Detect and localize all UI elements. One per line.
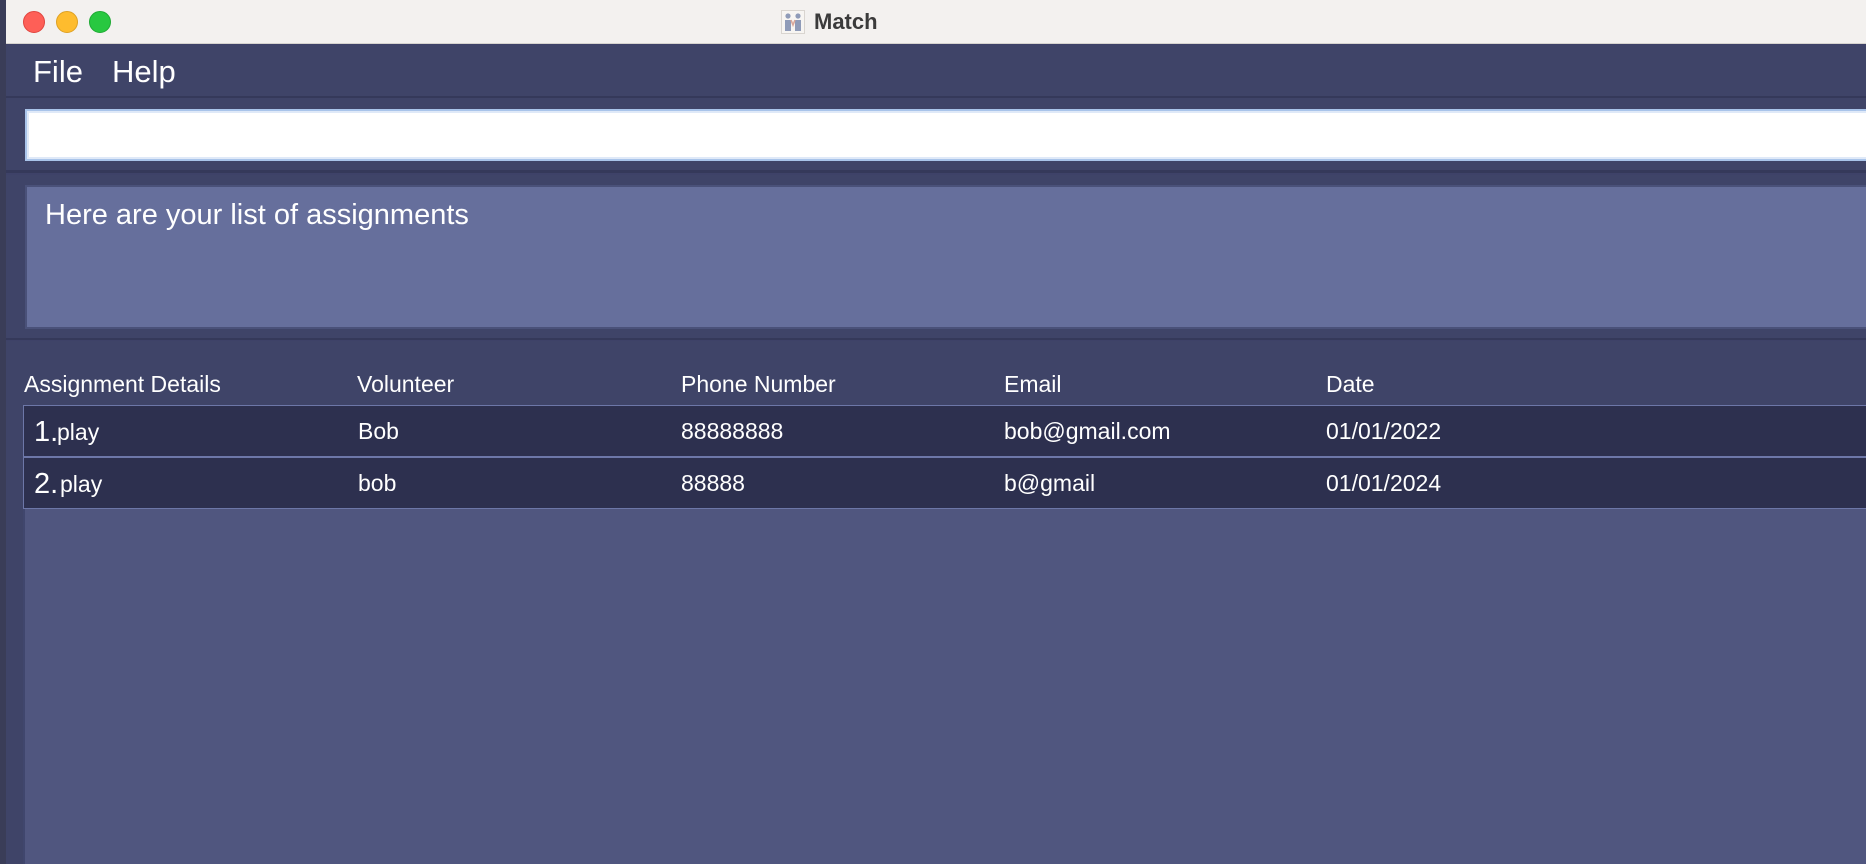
assignment-details: play — [57, 419, 100, 445]
window-title: Match — [814, 9, 878, 34]
header-phone-number: Phone Number — [681, 371, 836, 397]
row-index: 1. — [34, 416, 59, 448]
volunteer-name: bob — [358, 470, 397, 496]
volunteer-name: Bob — [358, 418, 399, 444]
header-volunteer: Volunteer — [357, 371, 455, 397]
date: 01/01/2024 — [1326, 470, 1442, 496]
result-display: Here are your list of assignments — [25, 185, 1866, 329]
header-date: Date — [1326, 371, 1375, 397]
match-window: Match File Help Here are your list of as… — [6, 0, 1866, 864]
phone-number: 88888888 — [681, 418, 784, 444]
header-assignment-details: Assignment Details — [24, 371, 221, 397]
title-bar[interactable]: Match — [6, 0, 1866, 44]
window-title-group: Match — [781, 5, 878, 39]
close-window-button[interactable] — [23, 11, 45, 33]
row-index: 2. — [34, 468, 59, 500]
command-box-panel — [6, 98, 1866, 173]
minimize-window-button[interactable] — [56, 11, 78, 33]
menu-bar: File Help — [6, 45, 1866, 98]
date: 01/01/2022 — [1326, 418, 1442, 444]
command-input[interactable] — [25, 109, 1866, 161]
assignment-details: play — [60, 471, 103, 497]
result-message: Here are your list of assignments — [45, 199, 469, 231]
header-email: Email — [1004, 371, 1062, 397]
menu-file[interactable]: File — [33, 54, 83, 90]
email: b@gmail — [1004, 470, 1096, 496]
menu-help[interactable]: Help — [112, 54, 176, 90]
email: bob@gmail.com — [1004, 418, 1171, 444]
maximize-window-button[interactable] — [89, 11, 111, 33]
result-display-panel: Here are your list of assignments — [6, 175, 1866, 340]
assignment-row[interactable]: 2. play bob 88888 b@gmail 01/01/2024 — [23, 457, 1866, 509]
assignment-list-panel: Assignment Details Volunteer Phone Numbe… — [6, 341, 1866, 864]
match-app-icon — [781, 10, 805, 34]
assignment-row[interactable]: 1. play Bob 88888888 bob@gmail.com 01/01… — [23, 405, 1866, 457]
phone-number: 88888 — [681, 470, 745, 496]
